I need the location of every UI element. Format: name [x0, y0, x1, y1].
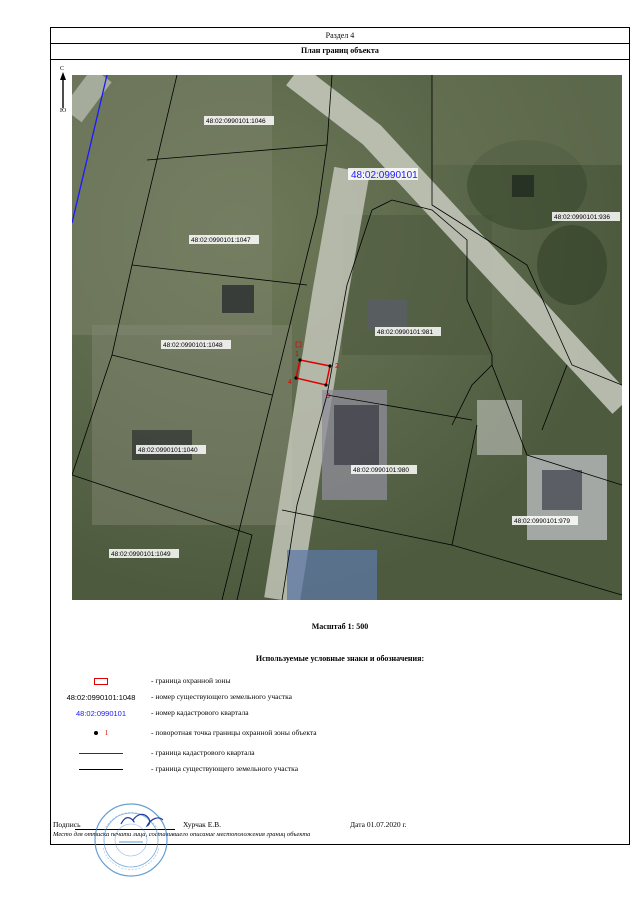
signature-date: Дата 01.07.2020 г. [350, 820, 407, 829]
seal-stamp-icon [94, 803, 168, 877]
point-4-label: 4 [288, 379, 292, 386]
south-label: Ю [60, 108, 67, 114]
quarter-label: 48:02:0990101 [351, 170, 418, 181]
turn-point-symbol: 1 [93, 729, 108, 737]
parcel-boundary-symbol [79, 768, 123, 770]
legend-title: Используемые условные знаки и обозначени… [255, 654, 425, 663]
legend-row-turn-point: 1 - поворотная точка границы охранной зо… [51, 721, 629, 745]
parcel-label-980: 48:02:0990101:980 [353, 467, 409, 474]
map-scale: Масштаб 1: 500 [311, 622, 369, 631]
point-1-label: 1 [295, 351, 299, 358]
parcel-label-1049: 48:02:0990101:1049 [111, 551, 171, 558]
parcel-label-1047: 48:02:0990101:1047 [191, 237, 251, 244]
point-3-label: 3 [326, 393, 330, 400]
satellite-map: 1 2 3 4 48:02:0990101 48:02:0990101:1046… [72, 75, 622, 600]
parcel-label-1048: 48:02:0990101:1048 [163, 342, 223, 349]
north-arrow: С Ю [55, 66, 71, 116]
point-2-label: 2 [335, 363, 339, 370]
legend-row-parcel-number: 48:02:0990101:1048 - номер существующего… [66, 692, 292, 702]
parcel-label-1040: 48:02:0990101:1040 [138, 447, 198, 454]
legend-row-quarter-boundary: - граница кадастрового квартала [51, 745, 629, 761]
legend-row-zone: - граница охранной зоны [51, 673, 629, 689]
parcel-label-981: 48:02:0990101:981 [377, 329, 433, 336]
parcel-label-1046: 48:02:0990101:1046 [206, 118, 266, 125]
legend-row-parcel-boundary: - граница существующего земельного участ… [51, 761, 629, 777]
signature-label: Подпись [53, 820, 81, 829]
document-frame: Раздел 4 План границ объекта С Ю 1 2 3 4… [50, 27, 630, 845]
parcel-label-979: 48:02:0990101:979 [514, 518, 570, 525]
legend-row-quarter-number: 48:02:0990101 - номер кадастрового кварт… [75, 708, 249, 718]
signer-name: Хурчак Е.В. [183, 820, 222, 829]
parcel-label-936: 48:02:0990101:936 [554, 214, 610, 221]
legend: - граница охранной зоны 48:02:0990101:10… [51, 673, 629, 777]
zone-boundary-symbol [94, 677, 108, 685]
plan-title: План границ объекта [51, 43, 629, 60]
quarter-boundary-symbol [79, 752, 123, 754]
section-header: Раздел 4 [51, 28, 629, 44]
